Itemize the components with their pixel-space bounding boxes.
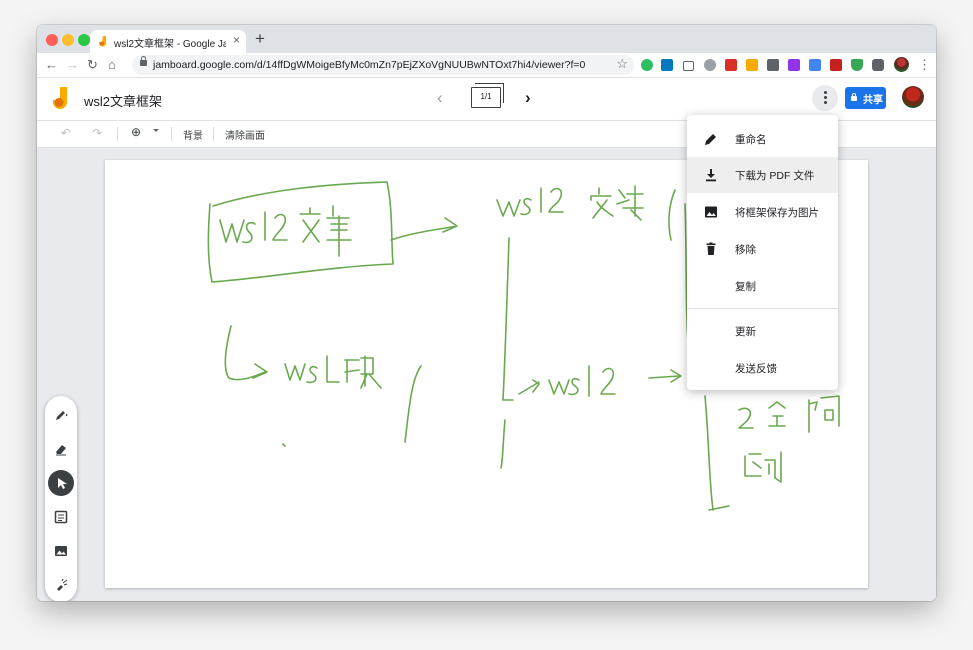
select-icon <box>58 478 67 489</box>
share-button[interactable]: 共享 <box>845 87 886 109</box>
pen-tool[interactable] <box>48 402 74 428</box>
document-title[interactable]: wsl2文章框架 <box>84 91 162 110</box>
zoom-dropdown-icon[interactable] <box>153 129 159 132</box>
share-lock-icon <box>851 93 857 101</box>
tool-palette <box>45 396 77 601</box>
share-label: 共享 <box>863 95 883 106</box>
menu-item-download-pdf[interactable]: 下载为 PDF 文件 <box>687 157 838 193</box>
trello-icon[interactable] <box>661 59 673 71</box>
browser-window: wsl2文章框架 - Google Jamboard × + ← → ↻ ⌂ j… <box>37 25 936 601</box>
shield-icon[interactable] <box>851 59 863 71</box>
menu-item-label: 重命名 <box>735 134 767 146</box>
maximize-window-button[interactable] <box>78 34 90 46</box>
jamboard-favicon-icon <box>99 36 106 47</box>
toolbar-divider <box>213 127 214 141</box>
mail-icon[interactable] <box>683 61 694 71</box>
extension-icon-e[interactable] <box>788 59 800 71</box>
undo-icon[interactable]: ↶ <box>61 126 71 140</box>
address-bar[interactable]: jamboard.google.com/d/14ffDgWMoigeBfyMc0… <box>132 55 634 75</box>
frame-bar-toggle[interactable]: 1/1 <box>471 83 504 108</box>
menu-item-label: 发送反馈 <box>735 363 777 375</box>
new-tab-button[interactable]: + <box>255 29 265 49</box>
minimize-window-button[interactable] <box>62 34 74 46</box>
tab-close-icon[interactable]: × <box>233 33 240 47</box>
next-frame-icon[interactable]: › <box>525 88 531 108</box>
extension-icon-a[interactable] <box>704 59 716 71</box>
menu-item-label: 更新 <box>735 326 756 338</box>
image-icon <box>705 206 717 218</box>
forward-icon[interactable]: → <box>66 56 79 74</box>
menu-item-label: 下载为 PDF 文件 <box>735 170 815 182</box>
menu-item-remove[interactable]: 移除 <box>687 231 838 267</box>
menu-item-update[interactable]: 更新 <box>687 313 838 349</box>
more-options-menu: 重命名 下载为 PDF 文件 将框架保存为图片 移除 复制 更新 发送反馈 <box>687 115 838 390</box>
redo-icon[interactable]: ↷ <box>92 126 102 140</box>
select-tool[interactable] <box>48 470 74 496</box>
pencil-icon <box>705 134 716 145</box>
trash-icon <box>706 242 716 255</box>
toolbar-divider <box>171 127 172 141</box>
more-options-button[interactable] <box>812 85 838 111</box>
menu-divider <box>687 308 838 309</box>
menu-item-duplicate[interactable]: 复制 <box>687 268 838 304</box>
pen-icon <box>56 411 68 420</box>
frame-indicator: 1/1 <box>480 92 492 101</box>
laser-icon <box>57 578 68 591</box>
extension-icon-b[interactable] <box>725 59 737 71</box>
menu-item-label: 将框架保存为图片 <box>735 207 819 219</box>
extension-icon-g[interactable] <box>830 59 842 71</box>
image-tool[interactable] <box>48 538 74 564</box>
extension-icon-d[interactable] <box>767 59 779 71</box>
toolbar-divider <box>117 127 118 141</box>
browser-menu-icon[interactable]: ⋮ <box>918 56 931 73</box>
clear-frame-button[interactable]: 清除画面 <box>225 127 265 142</box>
tab-title: wsl2文章框架 - Google Jamboard <box>114 39 226 50</box>
extension-icon-c[interactable] <box>746 59 758 71</box>
puzzle-icon[interactable] <box>872 59 884 71</box>
background-button[interactable]: 背景 <box>183 127 203 142</box>
home-icon[interactable]: ⌂ <box>108 56 116 74</box>
reload-icon[interactable]: ↻ <box>87 56 98 74</box>
previous-frame-icon[interactable]: ‹ <box>437 88 443 108</box>
more-vert-icon <box>824 91 827 94</box>
menu-item-save-image[interactable]: 将框架保存为图片 <box>687 194 838 230</box>
menu-item-rename[interactable]: 重命名 <box>687 121 838 157</box>
tab-strip: wsl2文章框架 - Google Jamboard × + <box>37 25 936 53</box>
laser-tool[interactable] <box>48 572 74 598</box>
back-icon[interactable]: ← <box>45 56 58 74</box>
eraser-icon <box>56 445 66 456</box>
zoom-icon[interactable]: ⊕ <box>131 125 141 139</box>
jamboard-logo-icon <box>53 87 67 109</box>
browser-tab[interactable]: wsl2文章框架 - Google Jamboard × <box>90 30 246 53</box>
image-icon <box>55 546 67 556</box>
menu-item-feedback[interactable]: 发送反馈 <box>687 350 838 386</box>
evernote-icon[interactable] <box>641 59 653 71</box>
lock-icon <box>140 56 147 66</box>
sticky-note-tool[interactable] <box>48 504 74 530</box>
menu-item-label: 复制 <box>735 281 756 293</box>
account-avatar[interactable] <box>902 86 924 108</box>
close-window-button[interactable] <box>46 34 58 46</box>
download-icon <box>706 169 716 182</box>
extension-icon-f[interactable] <box>809 59 821 71</box>
url-text[interactable]: jamboard.google.com/d/14ffDgWMoigeBfyMc0… <box>153 59 585 71</box>
sticky-note-icon <box>54 510 68 524</box>
browser-toolbar: ← → ↻ ⌂ jamboard.google.com/d/14ffDgWMoi… <box>37 53 936 78</box>
menu-item-label: 移除 <box>735 244 756 256</box>
bookmark-star-icon[interactable]: ☆ <box>616 56 628 72</box>
eraser-tool[interactable] <box>48 436 74 462</box>
profile-avatar-small[interactable] <box>894 57 909 72</box>
